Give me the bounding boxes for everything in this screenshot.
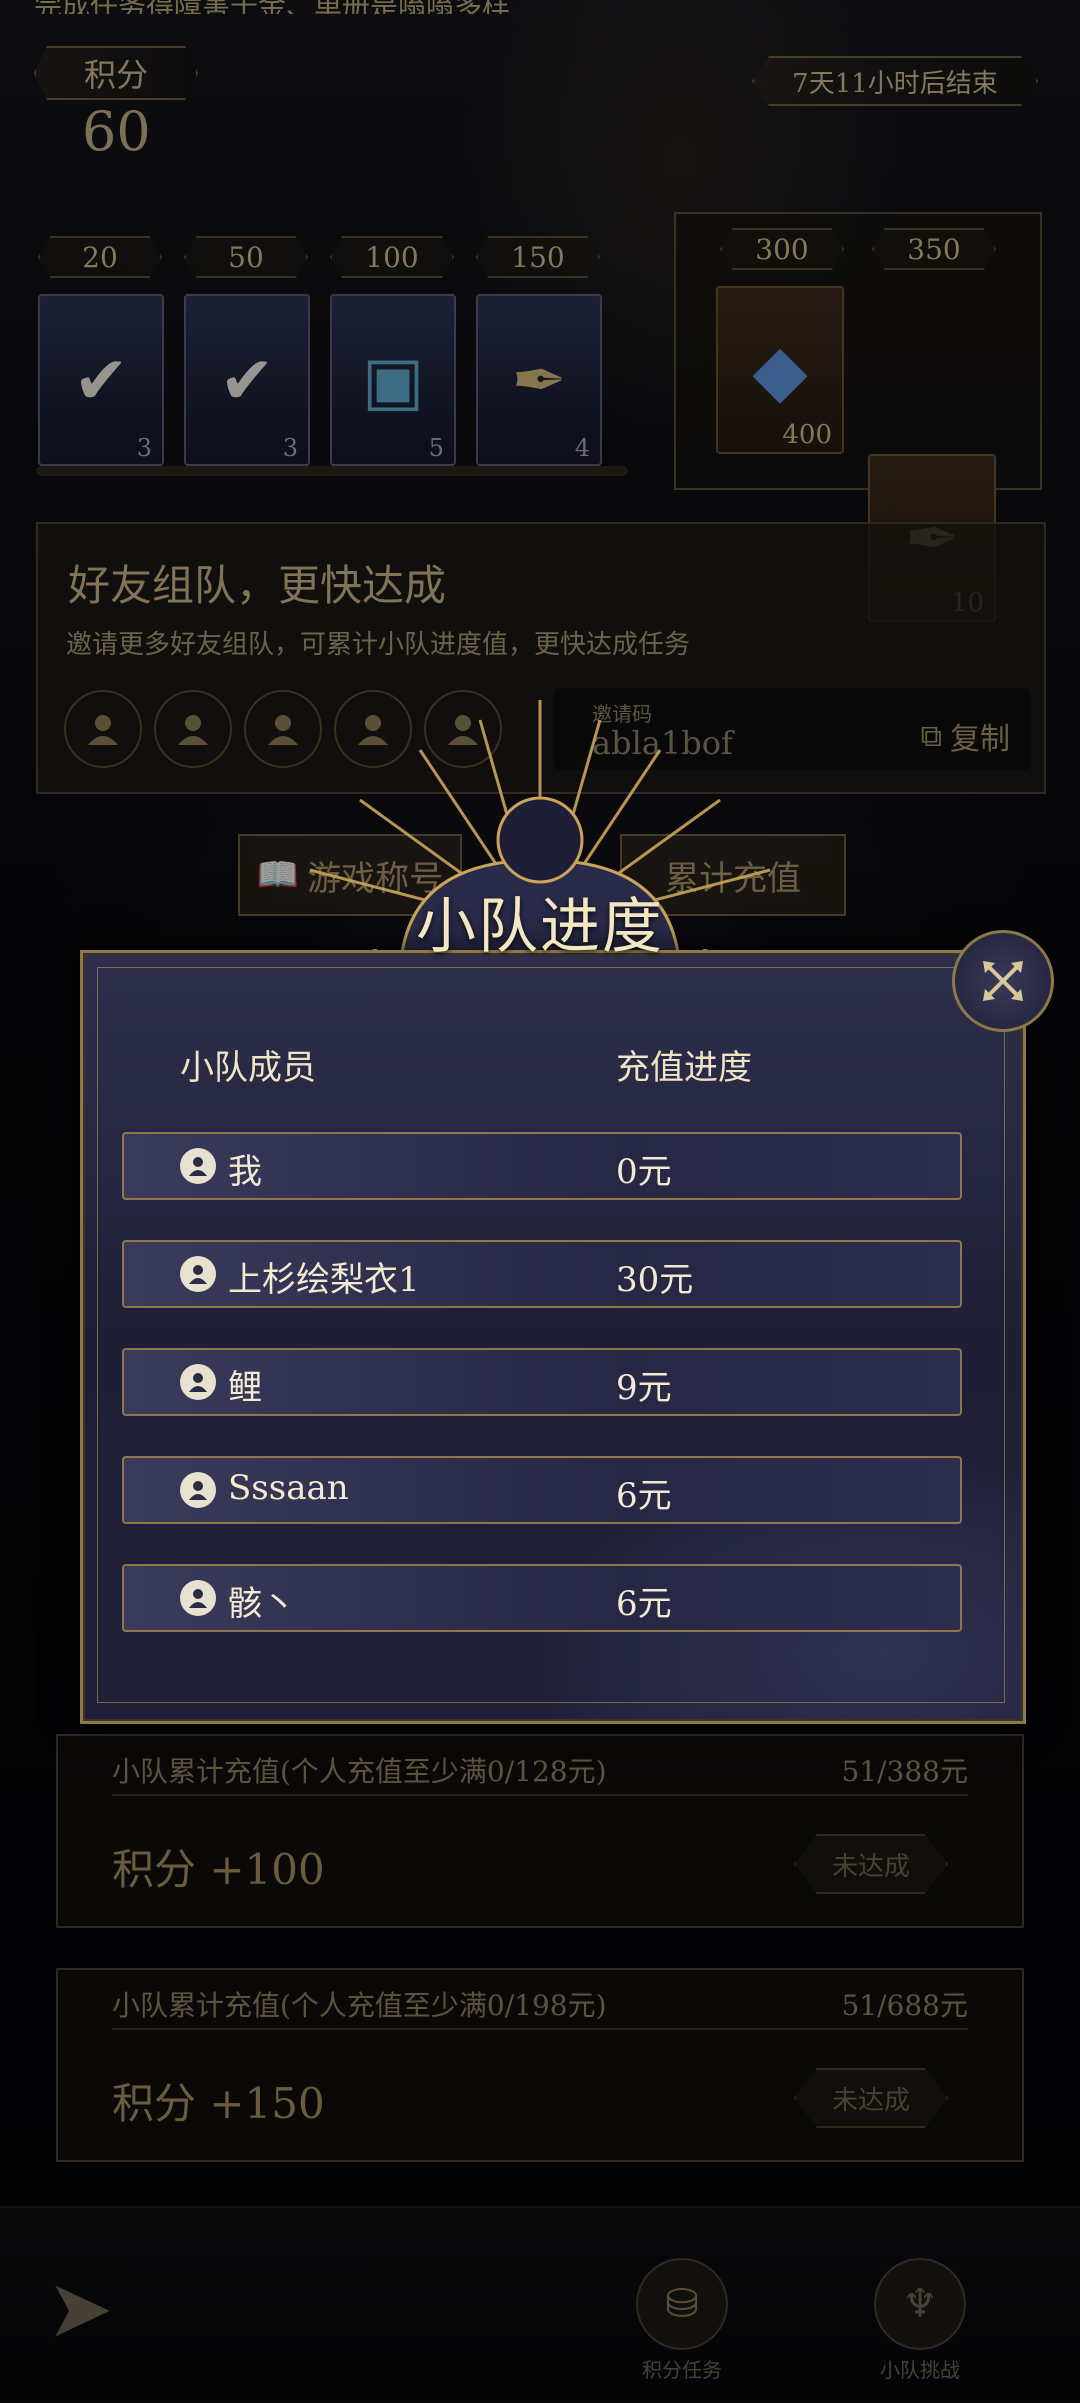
- member-amount: 0元: [616, 1152, 672, 1192]
- member-row: 鲤 9元: [122, 1348, 962, 1416]
- close-icon: [983, 961, 1023, 1001]
- user-icon: [180, 1256, 216, 1292]
- member-row: 我 0元: [122, 1132, 962, 1200]
- member-name: 我: [228, 1152, 262, 1192]
- member-row: 上杉绘梨衣1 30元: [122, 1240, 962, 1308]
- member-amount: 9元: [616, 1368, 672, 1408]
- member-name: 骸丶: [228, 1584, 296, 1624]
- member-row: 骸丶 6元: [122, 1564, 962, 1632]
- member-amount: 6元: [616, 1584, 672, 1624]
- member-row: Sssaan 6元: [122, 1456, 962, 1524]
- member-amount: 6元: [616, 1476, 672, 1516]
- user-icon: [180, 1148, 216, 1184]
- member-amount: 30元: [616, 1260, 694, 1300]
- user-icon: [180, 1364, 216, 1400]
- member-name: 鲤: [228, 1368, 262, 1408]
- column-header-member: 小队成员: [180, 1048, 316, 1088]
- member-name: 上杉绘梨衣1: [228, 1260, 420, 1300]
- user-icon: [180, 1580, 216, 1616]
- modal-title: 小队进度: [416, 892, 664, 962]
- member-name: Sssaan: [228, 1468, 349, 1508]
- user-icon: [180, 1472, 216, 1508]
- close-button[interactable]: [952, 930, 1054, 1032]
- column-header-progress: 充值进度: [616, 1048, 752, 1088]
